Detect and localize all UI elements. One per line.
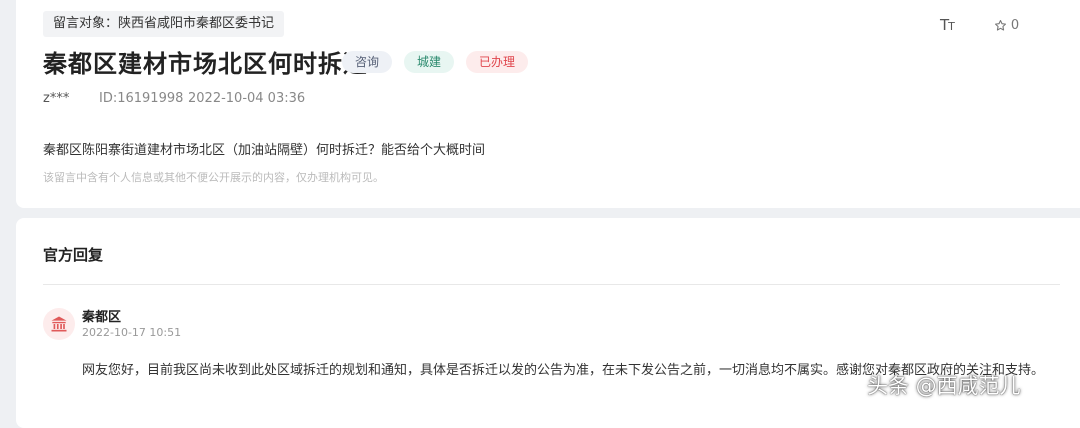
favorite-count: 0 [1010,17,1020,33]
reply-org: 秦都区 [82,310,122,325]
message-user: z*** [43,91,70,106]
reply-heading: 官方回复 [43,246,104,264]
avatar [43,308,75,340]
message-tags: 咨询 城建 已办理 [342,51,529,73]
favorite-button[interactable]: 0 [994,18,1019,33]
reply-time: 2022-10-17 10:51 [82,326,182,339]
government-building-icon [51,316,67,332]
font-size-label-small: T [948,20,955,33]
message-meta: z*** ID:16191998 2022-10-04 03:36 [43,91,305,106]
font-size-label: T [940,16,949,34]
message-target: 留言对象：陕西省咸阳市秦都区委书记 [43,11,285,37]
message-body: 秦都区陈阳寨街道建材市场北区（加油站隔壁）何时拆迁？能否给个大概时间 [43,143,486,158]
privacy-note: 该留言中含有个人信息或其他不便公开展示的内容，仅办理机构可见。 [43,171,384,184]
status-badge: 已办理 [466,51,529,73]
divider [43,284,1060,285]
page-title: 秦都区建材市场北区何时拆迁 [43,50,368,78]
tag-city: 城建 [404,51,455,73]
message-id: ID:16191998 [99,91,184,106]
message-tools: TT 0 [940,16,1019,34]
star-icon [994,19,1006,31]
watermark: 头条 @西咸范儿 [867,374,1021,398]
message-datetime: 2022-10-04 03:36 [188,91,306,106]
font-size-icon[interactable]: TT [940,16,955,34]
tag-consult: 咨询 [342,51,393,73]
